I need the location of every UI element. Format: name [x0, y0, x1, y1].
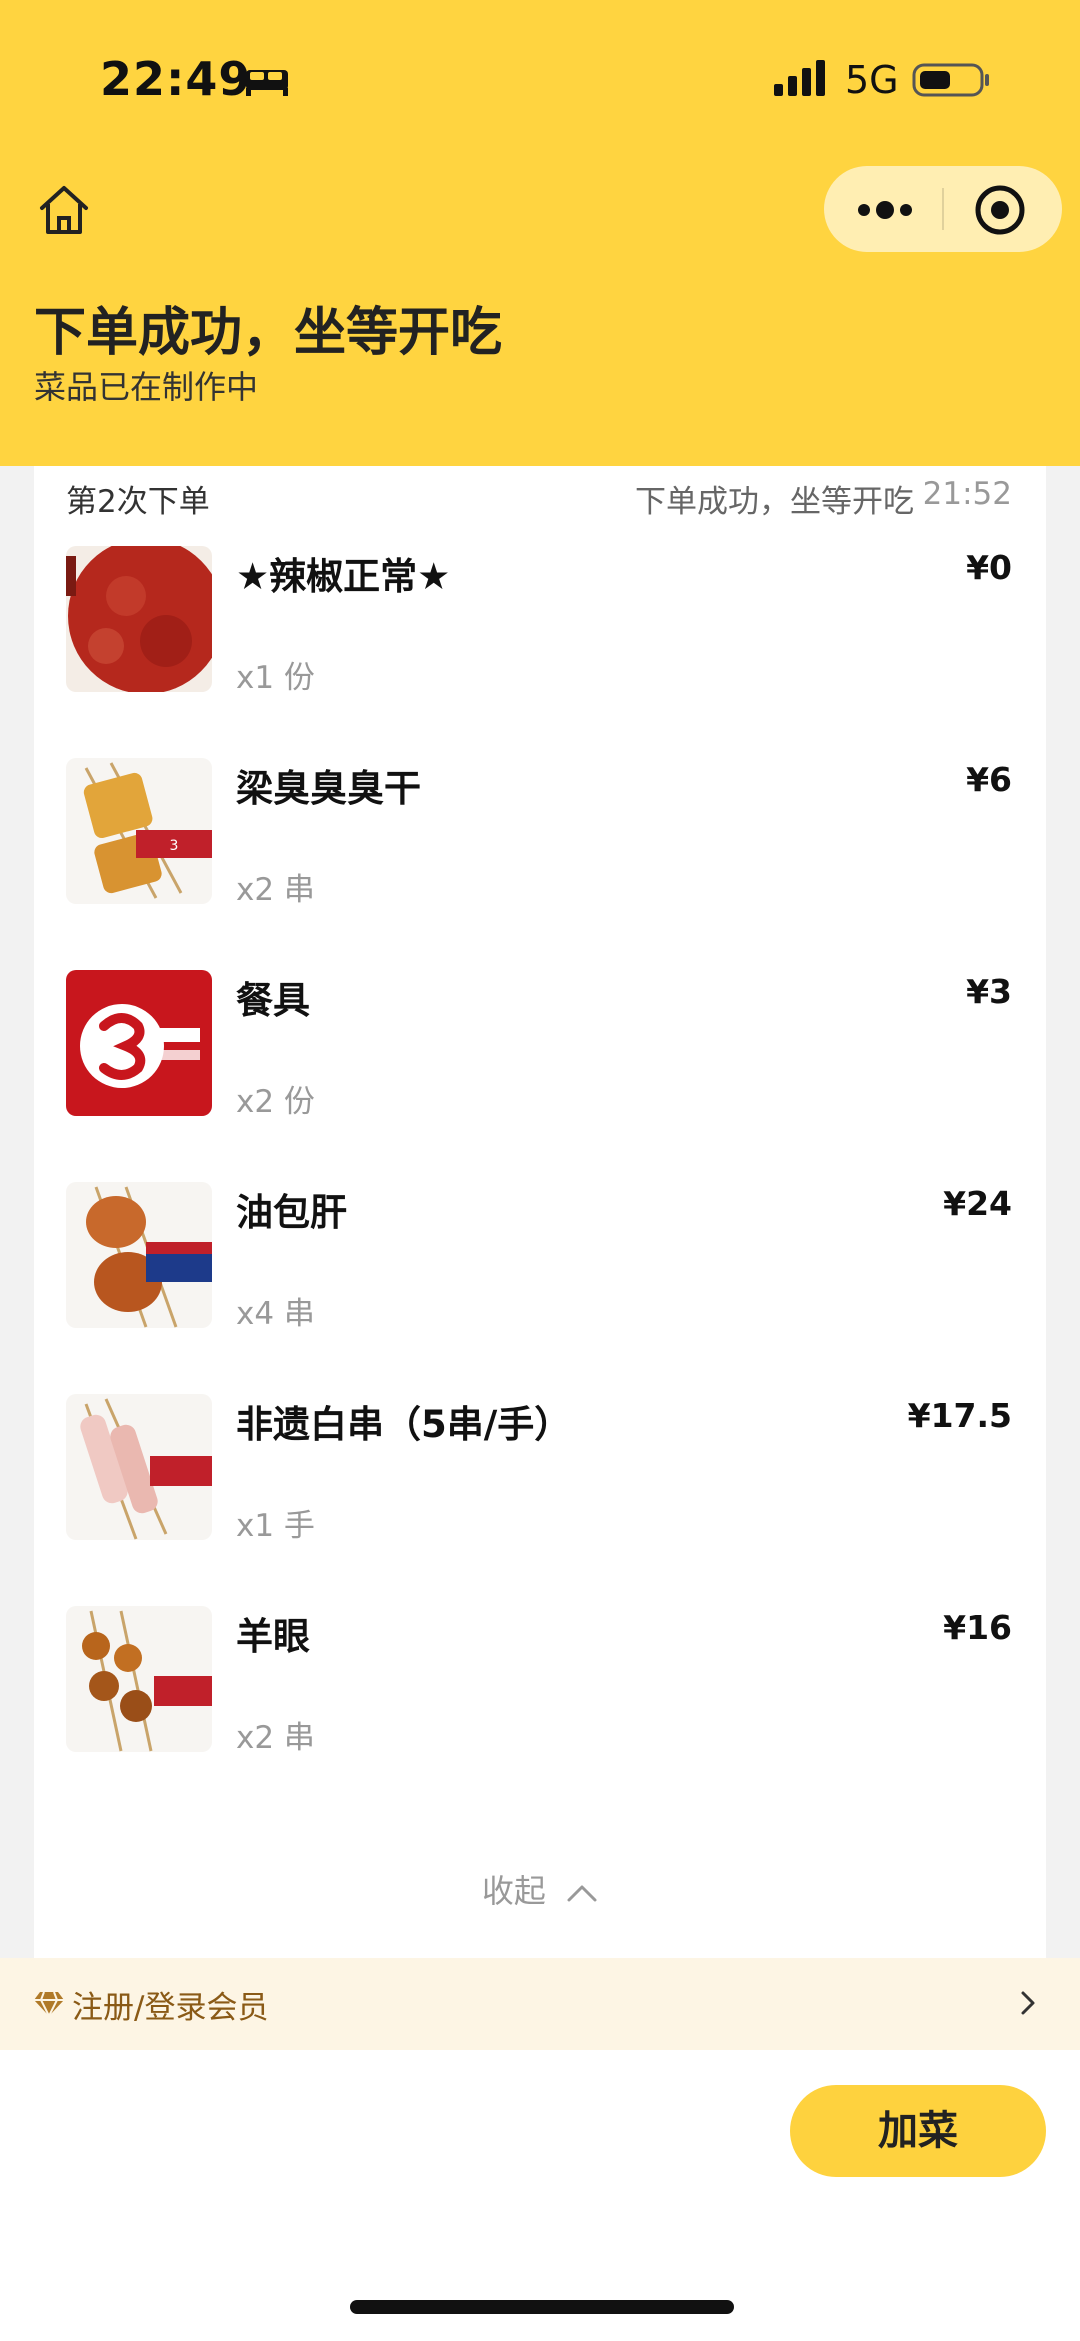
- item-price: ¥3: [966, 972, 1012, 1011]
- order-header: 第2次下单 下单成功，坐等开吃 21:52: [34, 466, 1046, 536]
- header: 22:49 5G 下单成功，坐等开吃 菜品已在制作中: [0, 0, 1080, 466]
- item-quantity: x2 份: [236, 1084, 315, 1120]
- item-quantity: x2 串: [236, 1720, 315, 1756]
- item-quantity: x1 份: [236, 660, 315, 696]
- more-icon[interactable]: [854, 190, 916, 230]
- item-name: 梁臭臭臭干: [236, 767, 421, 810]
- page-title: 下单成功，坐等开吃: [34, 303, 503, 363]
- order-time: 21:52: [922, 476, 1012, 512]
- collapse-label: 收起: [481, 1872, 546, 1910]
- member-banner[interactable]: 注册/登录会员: [0, 1958, 1080, 2050]
- white-skewer-image: [66, 1394, 212, 1540]
- item-name: 油包肝: [236, 1191, 347, 1234]
- order-item: 3 梁臭臭臭干 x2 串 ¥6: [34, 758, 1046, 970]
- item-price: ¥16: [943, 1608, 1012, 1647]
- item-price: ¥24: [943, 1184, 1012, 1223]
- collapse-button[interactable]: 收起: [34, 1866, 1046, 1912]
- order-item: 油包肝 x4 串 ¥24: [34, 1182, 1046, 1394]
- svg-text:3: 3: [170, 838, 179, 854]
- item-quantity: x1 手: [236, 1508, 315, 1544]
- item-price: ¥0: [966, 548, 1012, 587]
- item-price: ¥6: [966, 760, 1012, 799]
- chevron-right-icon: [1021, 1991, 1035, 2015]
- item-name: 餐具: [236, 979, 310, 1022]
- member-login-link: 注册/登录会员: [72, 1990, 269, 2026]
- item-name: ★辣椒正常★: [236, 555, 451, 598]
- battery-icon: [912, 63, 989, 97]
- network-label: 5G: [845, 58, 899, 102]
- item-name: 羊眼: [236, 1615, 310, 1658]
- item-name: 非遗白串（5串/手）: [236, 1403, 572, 1446]
- order-card: 第2次下单 下单成功，坐等开吃 21:52 ★辣椒正常★ x1 份 ¥0 3 梁…: [34, 466, 1046, 1958]
- order-item: 羊眼 x2 串 ¥16: [34, 1606, 1046, 1818]
- item-price: ¥17.5: [907, 1396, 1012, 1435]
- chevron-up-icon: [567, 1885, 597, 1902]
- target-icon[interactable]: [974, 184, 1026, 236]
- home-icon[interactable]: [34, 180, 94, 240]
- diamond-icon: [34, 1991, 64, 2019]
- chili-powder-image: [66, 546, 212, 692]
- order-item: 餐具 x2 份 ¥3: [34, 970, 1046, 1182]
- mini-program-capsule: [824, 166, 1062, 252]
- add-dish-button[interactable]: 加菜: [790, 2085, 1046, 2177]
- order-items: ★辣椒正常★ x1 份 ¥0 3 梁臭臭臭干 x2 串 ¥6 餐具 x2 份 ¥…: [34, 546, 1046, 1818]
- item-quantity: x4 串: [236, 1296, 315, 1332]
- home-indicator[interactable]: [350, 2300, 734, 2314]
- capsule-divider: [942, 188, 944, 230]
- lamb-eye-skewer-image: [66, 1606, 212, 1752]
- status-time: 22:49: [100, 52, 252, 106]
- liver-skewer-image: [66, 1182, 212, 1328]
- bottom-action-bar: 加菜: [0, 2050, 1080, 2341]
- bed-icon: [246, 70, 288, 96]
- order-status: 下单成功，坐等开吃: [635, 484, 914, 520]
- order-item: 非遗白串（5串/手） x1 手 ¥17.5: [34, 1394, 1046, 1606]
- signal-icon: [774, 60, 825, 96]
- tofu-skewer-image: 3: [66, 758, 212, 904]
- brand-logo-image: [66, 970, 212, 1116]
- status-bar: 22:49 5G: [0, 0, 1080, 150]
- order-success-page: 22:49 5G 下单成功，坐等开吃 菜品已在制作中 第2次下单 下单成功，坐等…: [0, 0, 1080, 2341]
- page-subtitle: 菜品已在制作中: [34, 368, 259, 406]
- item-quantity: x2 串: [236, 872, 315, 908]
- order-item: ★辣椒正常★ x1 份 ¥0: [34, 546, 1046, 758]
- order-number: 第2次下单: [66, 484, 210, 520]
